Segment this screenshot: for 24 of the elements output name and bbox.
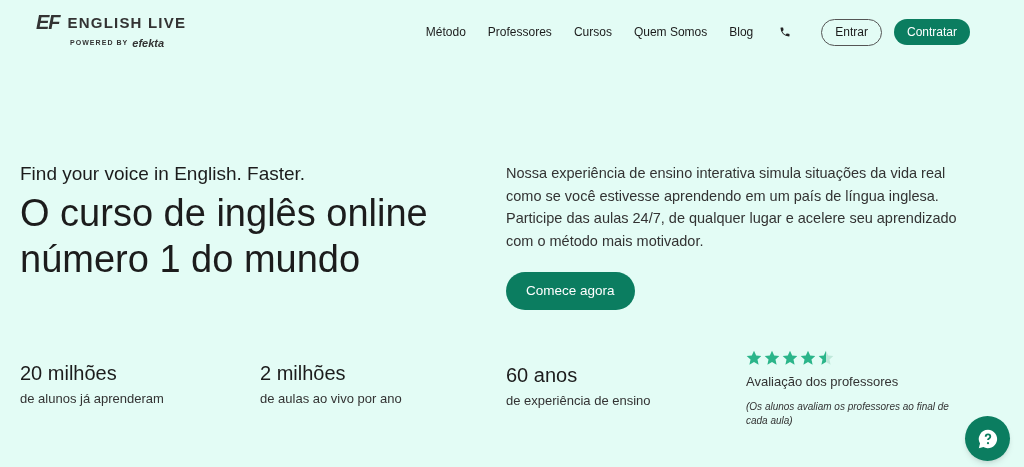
stat-caption: de alunos já aprenderam (20, 390, 165, 408)
nav-link[interactable]: Quem Somos (633, 23, 708, 41)
rating-note: (Os alunos avaliam os professores ao final de cada aula) (746, 399, 950, 428)
hero-description: Nossa experiência de ensino interativa simula situações da vida real como se você estivesse aprendendo em um país de língua inglesa. Participe das aulas 24/7, de qualquer lugar e acelere seu aprendizado com o método mais motivador. (506, 164, 958, 251)
nav-link[interactable]: Blog (729, 23, 754, 41)
phone-icon[interactable] (779, 26, 792, 38)
logo-brand: efekta (132, 36, 165, 52)
start-button[interactable]: Comece agora (506, 272, 635, 310)
rating-label: Avaliação dos professores (746, 373, 900, 391)
help-button[interactable] (965, 416, 1010, 461)
stat-caption: de experiência de ensino (506, 392, 652, 410)
nav-link[interactable]: Método (425, 23, 466, 41)
hero-title: O curso de inglês online número 1 do mundo (20, 191, 429, 282)
chat-help-icon (976, 427, 999, 450)
nav-link[interactable]: Professores (487, 23, 552, 41)
logo-mark: EF (36, 12, 60, 33)
hero-kicker: Find your voice in English. Faster. (20, 162, 307, 186)
signup-button[interactable]: Contratar (893, 19, 970, 45)
stat-value: 60 anos (506, 363, 579, 388)
stat-caption: de aulas ao vivo por ano (260, 390, 403, 408)
nav-link[interactable]: Cursos (573, 23, 612, 41)
logo-name: ENGLISH LIVE (67, 14, 187, 30)
stat-value: 2 milhões (260, 361, 347, 386)
stat-value: 20 milhões (20, 361, 118, 386)
